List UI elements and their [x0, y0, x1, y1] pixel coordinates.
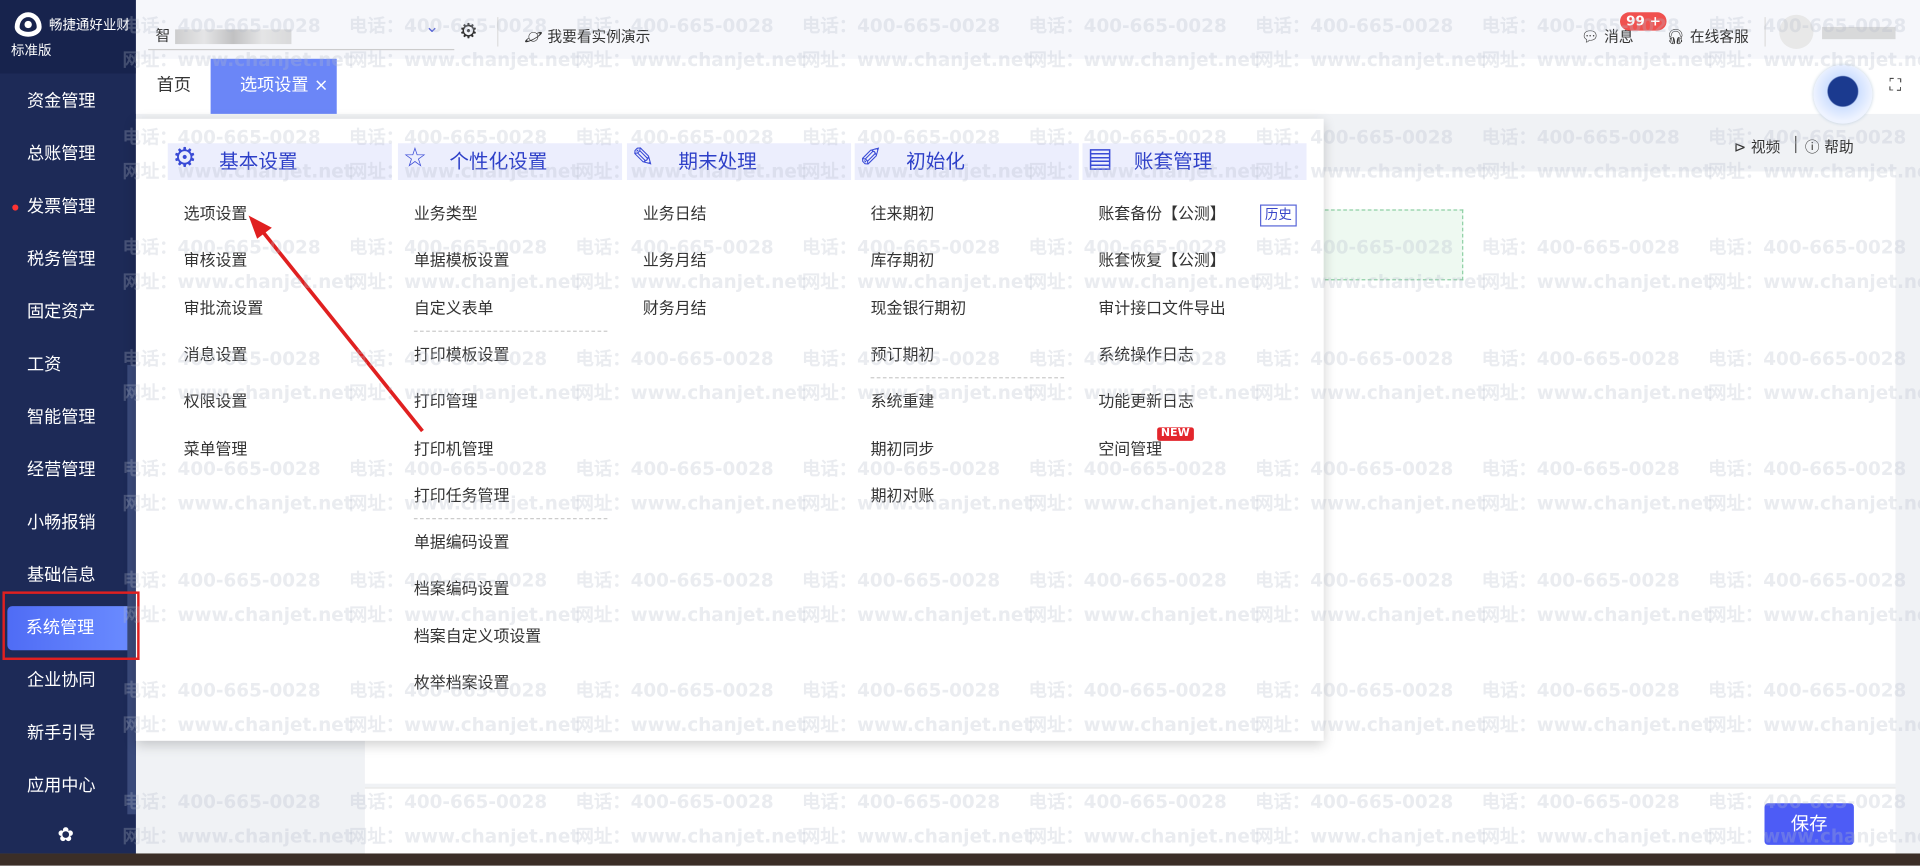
annotation-arrow: [248, 215, 424, 433]
